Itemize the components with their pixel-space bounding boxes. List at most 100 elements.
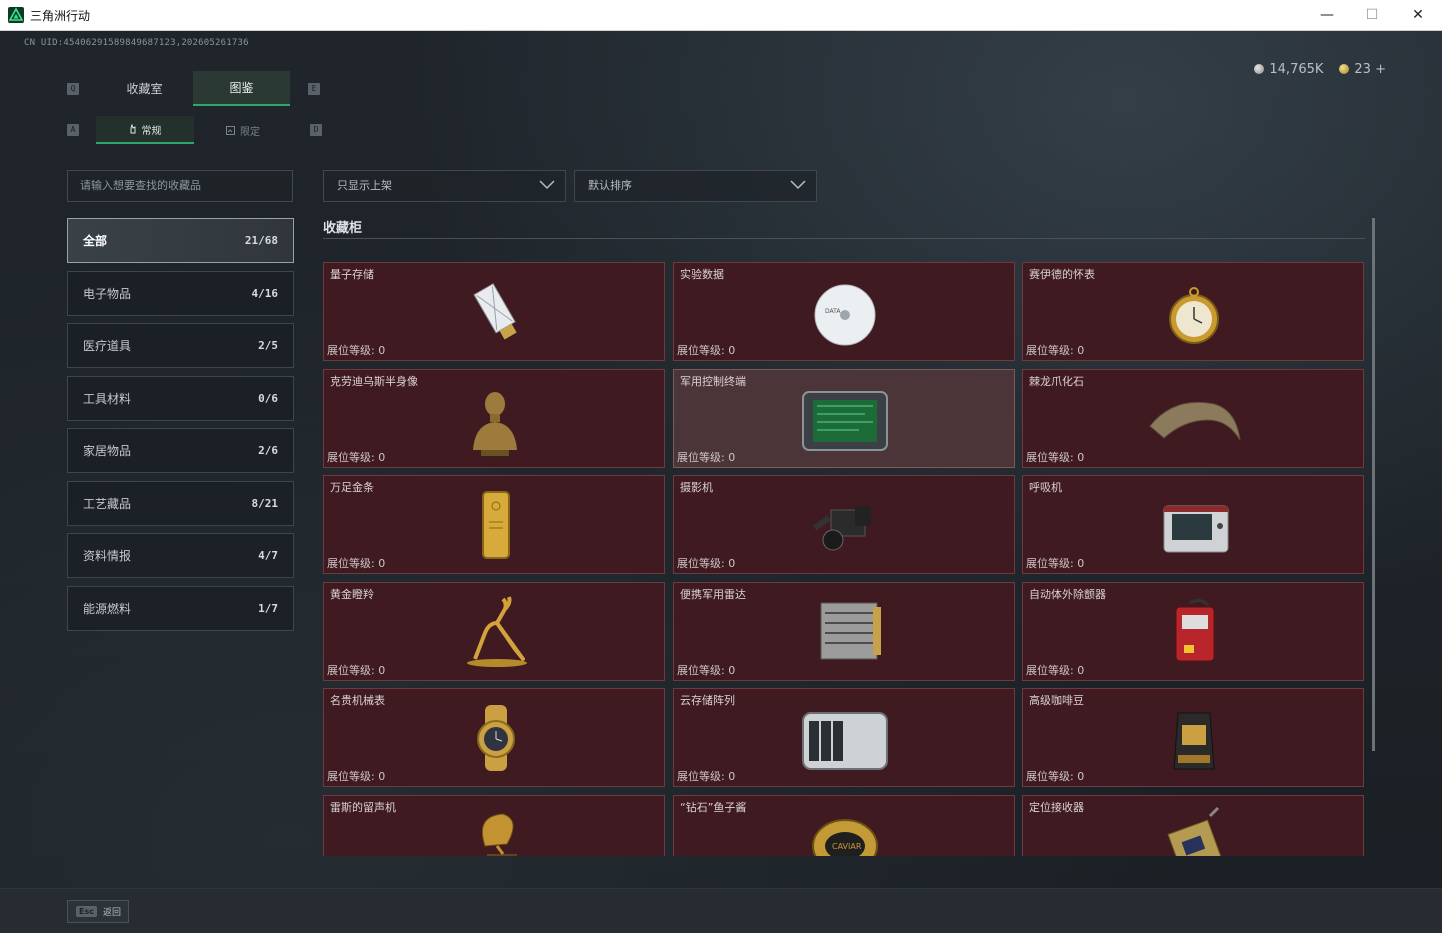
item-name: 棘龙爪化石 <box>1029 375 1084 388</box>
display-level: 展位等级: 0 <box>1026 451 1085 464</box>
display-level: 展位等级: 0 <box>327 451 386 464</box>
item-name: 高级咖啡豆 <box>1029 694 1084 707</box>
category-item[interactable]: 能源燃料 1/7 <box>67 585 294 631</box>
collection-grid: 量子存储 展位等级: 0 实验数据 DATA 展位等级: 0 赛伊德的怀表 展位等级: 0克… <box>323 245 1368 856</box>
category-count: 2/5 <box>258 339 278 352</box>
display-level: 展位等级: 0 <box>1026 344 1085 357</box>
window-titlebar: 三角洲行动 — ☐ ✕ <box>0 0 1442 31</box>
subtab-regular[interactable]: 常规 <box>96 116 194 144</box>
radar-icon <box>820 602 881 660</box>
display-level: 展位等级: 0 <box>677 344 736 357</box>
maximize-button[interactable]: ☐ <box>1349 0 1395 30</box>
item-name: 定位接收器 <box>1029 801 1084 814</box>
sort-dropdown[interactable]: 默认排序 <box>574 170 817 202</box>
category-item[interactable]: 资料情报 4/7 <box>67 533 294 578</box>
item-name: 云存储阵列 <box>680 694 735 707</box>
collection-card[interactable]: 定位接收器展位等级: 0 <box>1022 795 1364 856</box>
collection-card[interactable]: 摄影机展位等级: 0 <box>673 475 1015 574</box>
collection-card[interactable]: 云存储阵列展位等级: 0 <box>673 688 1015 787</box>
pocket-watch-icon <box>1169 287 1219 344</box>
category-label: 工艺藏品 <box>83 496 132 511</box>
category-item[interactable]: 工具材料 0/6 <box>67 375 294 421</box>
add-currency-icon[interactable]: + <box>1375 62 1386 77</box>
search-input[interactable]: 请输入想要查找的收藏品 <box>67 170 293 202</box>
gold-balance[interactable]: 23 + <box>1339 62 1386 77</box>
grid-scrollbar[interactable] <box>1372 218 1375 751</box>
display-level: 展位等级: 0 <box>327 557 386 570</box>
main-tabs: 收藏室 图鉴 <box>96 71 290 106</box>
bust-icon <box>473 392 517 456</box>
collection-card[interactable]: 名贵机械表 展位等级: 0 <box>323 688 665 787</box>
user-uid: CN UID:454062915898496871​23,20260526173… <box>24 38 249 48</box>
collection-card[interactable]: 黄金瞪羚 展位等级: 0 <box>323 582 665 681</box>
category-count: 0/6 <box>258 391 278 405</box>
display-level: 展位等级: 0 <box>677 770 736 783</box>
back-button[interactable]: Esc 返回 <box>67 900 129 923</box>
game-area: CN UID:454062915898496871​23,20260526173… <box>0 31 1442 933</box>
category-item[interactable]: 家居物品 2/6 <box>67 428 294 473</box>
shelf-filter-dropdown[interactable]: 只显示上架 <box>323 170 566 202</box>
collection-card[interactable]: 万足金条展位等级: 0 <box>323 475 665 574</box>
category-item[interactable]: 医疗道具 2/5 <box>67 323 294 368</box>
collection-card[interactable]: 克劳迪乌斯半身像 展位等级: 0 <box>323 369 665 468</box>
svg-text:DATA: DATA <box>825 308 841 315</box>
category-count: 2/6 <box>258 444 278 457</box>
subtab-limited[interactable]: 限定 <box>194 116 292 144</box>
silver-coin-icon <box>1254 64 1265 74</box>
category-item[interactable]: 全部 21/68 <box>67 218 294 263</box>
collection-card[interactable]: 呼吸机 展位等级: 0 <box>1022 475 1364 574</box>
silver-balance: 14,765K <box>1254 62 1323 77</box>
claw-fossil-icon <box>1149 401 1241 441</box>
item-name: 赛伊德的怀表 <box>1029 268 1095 281</box>
collection-card[interactable]: 棘龙爪化石展位等级: 0 <box>1022 369 1364 468</box>
item-name: 万足金条 <box>330 481 374 494</box>
tab-collection-room[interactable]: 收藏室 <box>96 71 193 106</box>
collection-card[interactable]: 军用控制终端 展位等级: 0 <box>673 369 1015 468</box>
usb-drive-icon <box>473 283 517 340</box>
display-level: 展位等级: 0 <box>677 557 736 570</box>
defibrillator-icon <box>1175 598 1215 662</box>
collection-card[interactable]: 便携军用雷达 展位等级: 0 <box>673 582 1015 681</box>
category-label: 资料情报 <box>83 549 132 563</box>
item-name: “钻石”鱼子酱 <box>680 801 747 814</box>
collection-card[interactable]: 自动体外除颤器 展位等级: 0 <box>1022 582 1364 681</box>
minimize-button[interactable]: — <box>1304 0 1350 30</box>
tab-catalog[interactable]: 图鉴 <box>193 71 290 106</box>
gold-coin-icon <box>1339 64 1350 74</box>
collection-card[interactable]: 量子存储 展位等级: 0 <box>323 262 665 361</box>
display-level: 展位等级: 0 <box>327 664 386 677</box>
collection-card[interactable]: 赛伊德的怀表 展位等级: 0 <box>1022 262 1364 361</box>
category-label: 全部 <box>83 234 108 248</box>
chevron-down-icon <box>790 180 806 190</box>
collection-card[interactable]: 雷斯的留声机展位等级: 0 <box>323 795 665 856</box>
item-name: 摄影机 <box>680 481 713 494</box>
item-name: 量子存储 <box>330 268 374 281</box>
receiver-icon <box>1167 806 1223 856</box>
close-button[interactable]: ✕ <box>1395 0 1441 30</box>
coffee-bag-icon <box>1173 712 1215 770</box>
collection-card[interactable]: “钻石”鱼子酱CAVIAR展位等级: 0 <box>673 795 1015 856</box>
item-name: 克劳迪乌斯半身像 <box>330 375 418 388</box>
category-label: 医疗道具 <box>83 339 132 353</box>
category-count: 1/7 <box>258 601 278 615</box>
sub-tabs: 常规 限定 <box>96 116 292 144</box>
key-hint-prev-subtab: A <box>67 124 79 136</box>
category-count: 21/68 <box>244 234 278 247</box>
display-level: 展位等级: 0 <box>1026 664 1085 677</box>
section-title: 收藏柜 <box>323 221 363 236</box>
svg-text:CAVIAR: CAVIAR <box>832 842 862 851</box>
category-label: 能源燃料 <box>83 601 132 616</box>
category-label: 工具材料 <box>83 391 132 406</box>
gold-bar-icon <box>482 491 510 559</box>
category-item[interactable]: 电子物品 4/16 <box>67 270 294 316</box>
collection-card[interactable]: 高级咖啡豆 展位等级: 0 <box>1022 688 1364 787</box>
item-name: 呼吸机 <box>1029 481 1062 494</box>
gazelle-icon <box>467 596 527 667</box>
storage-array-icon <box>802 712 888 770</box>
esc-key-icon: Esc <box>76 906 97 917</box>
item-name: 便携军用雷达 <box>680 588 746 601</box>
currency-bar: 14,765K 23 + <box>1254 62 1386 77</box>
collection-card[interactable]: 实验数据 DATA 展位等级: 0 <box>673 262 1015 361</box>
category-item[interactable]: 工艺藏品 8/21 <box>67 480 294 526</box>
hand-icon <box>130 124 135 134</box>
